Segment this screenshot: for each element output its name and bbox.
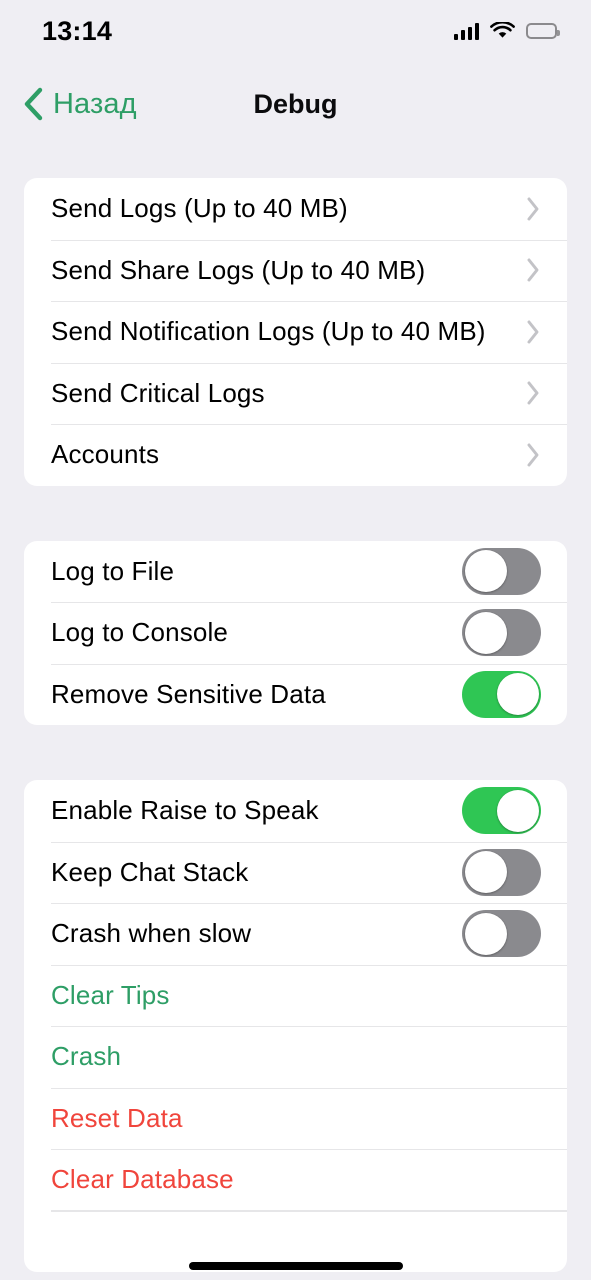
toggle-knob — [464, 611, 507, 654]
row-label: Send Logs (Up to 40 MB) — [51, 193, 348, 224]
row-send-critical-logs[interactable]: Send Critical Logs — [24, 362, 567, 425]
row-clear-database[interactable]: Clear Database — [24, 1149, 567, 1211]
wifi-icon — [490, 20, 515, 40]
row-send-logs[interactable]: Send Logs (Up to 40 MB) — [24, 178, 567, 240]
row-label: Send Notification Logs (Up to 40 MB) — [51, 316, 486, 347]
chevron-right-icon — [526, 319, 541, 345]
row-label: Remove Sensitive Data — [51, 678, 326, 709]
row-label: Send Critical Logs — [51, 377, 265, 408]
toggle-enable-raise-to-speak[interactable] — [462, 787, 541, 835]
row-label: Keep Chat Stack — [51, 856, 249, 887]
toggle-log-to-console[interactable] — [462, 609, 541, 657]
row-log-to-console[interactable]: Log to Console — [24, 602, 567, 664]
row-remove-sensitive-data[interactable]: Remove Sensitive Data — [24, 663, 567, 726]
status-bar-icons — [453, 20, 560, 40]
row-reset-data[interactable]: Reset Data — [24, 1087, 567, 1150]
row-label: Enable Raise to Speak — [51, 795, 319, 826]
toggle-knob — [464, 851, 507, 894]
toggle-log-to-file[interactable] — [462, 547, 541, 595]
row-label: Crash — [51, 1041, 122, 1072]
toggle-crash-when-slow[interactable] — [462, 910, 541, 958]
row-log-to-file[interactable]: Log to File — [24, 541, 567, 603]
debug-settings-screen: 13:14 Назад Debug Send Logs (Up to 40 MB… — [0, 0, 591, 1280]
toggle-knob — [464, 912, 507, 955]
row-label: Reset Data — [51, 1102, 183, 1133]
row-send-notification-logs[interactable]: Send Notification Logs (Up to 40 MB) — [24, 301, 567, 363]
section-logging-options: Log to File Log to Console Remove Sensit… — [24, 540, 567, 726]
chevron-right-icon — [526, 442, 541, 468]
row-send-share-logs[interactable]: Send Share Logs (Up to 40 MB) — [24, 239, 567, 302]
row-crash[interactable]: Crash — [24, 1026, 567, 1088]
row-crash-when-slow[interactable]: Crash when slow — [24, 903, 567, 965]
row-label: Accounts — [51, 439, 160, 470]
toggle-keep-chat-stack[interactable] — [462, 848, 541, 896]
status-bar-clock: 13:14 — [42, 15, 113, 46]
row-label: Clear Tips — [51, 979, 170, 1010]
settings-list: Send Logs (Up to 40 MB) Send Share Logs … — [0, 146, 591, 1272]
toggle-knob — [464, 550, 507, 593]
row-label: Crash when slow — [51, 918, 252, 949]
chevron-right-icon — [526, 196, 541, 222]
row-keep-chat-stack[interactable]: Keep Chat Stack — [24, 841, 567, 904]
toggle-knob — [496, 673, 539, 716]
top-spacer — [0, 146, 591, 178]
page-title: Debug — [253, 88, 338, 119]
section-logs: Send Logs (Up to 40 MB) Send Share Logs … — [24, 178, 567, 486]
status-bar: 13:14 — [0, 0, 591, 62]
cellular-signal-icon — [453, 22, 479, 40]
toggle-knob — [496, 789, 539, 832]
section-behavior-and-actions: Enable Raise to Speak Keep Chat Stack Cr… — [24, 780, 567, 1272]
row-label: Log to File — [51, 555, 175, 586]
row-clear-tips[interactable]: Clear Tips — [24, 964, 567, 1027]
chevron-right-icon — [526, 257, 541, 283]
row-label: Log to Console — [51, 617, 229, 648]
battery-icon — [526, 23, 560, 39]
row-enable-raise-to-speak[interactable]: Enable Raise to Speak — [24, 780, 567, 842]
home-indicator — [188, 1262, 403, 1270]
toggle-remove-sensitive-data[interactable] — [462, 670, 541, 718]
navigation-bar: Назад Debug — [0, 62, 591, 146]
row-label: Send Share Logs (Up to 40 MB) — [51, 254, 426, 285]
row-accounts[interactable]: Accounts — [24, 424, 567, 486]
row-label: Clear Database — [51, 1164, 234, 1195]
chevron-right-icon — [526, 380, 541, 406]
